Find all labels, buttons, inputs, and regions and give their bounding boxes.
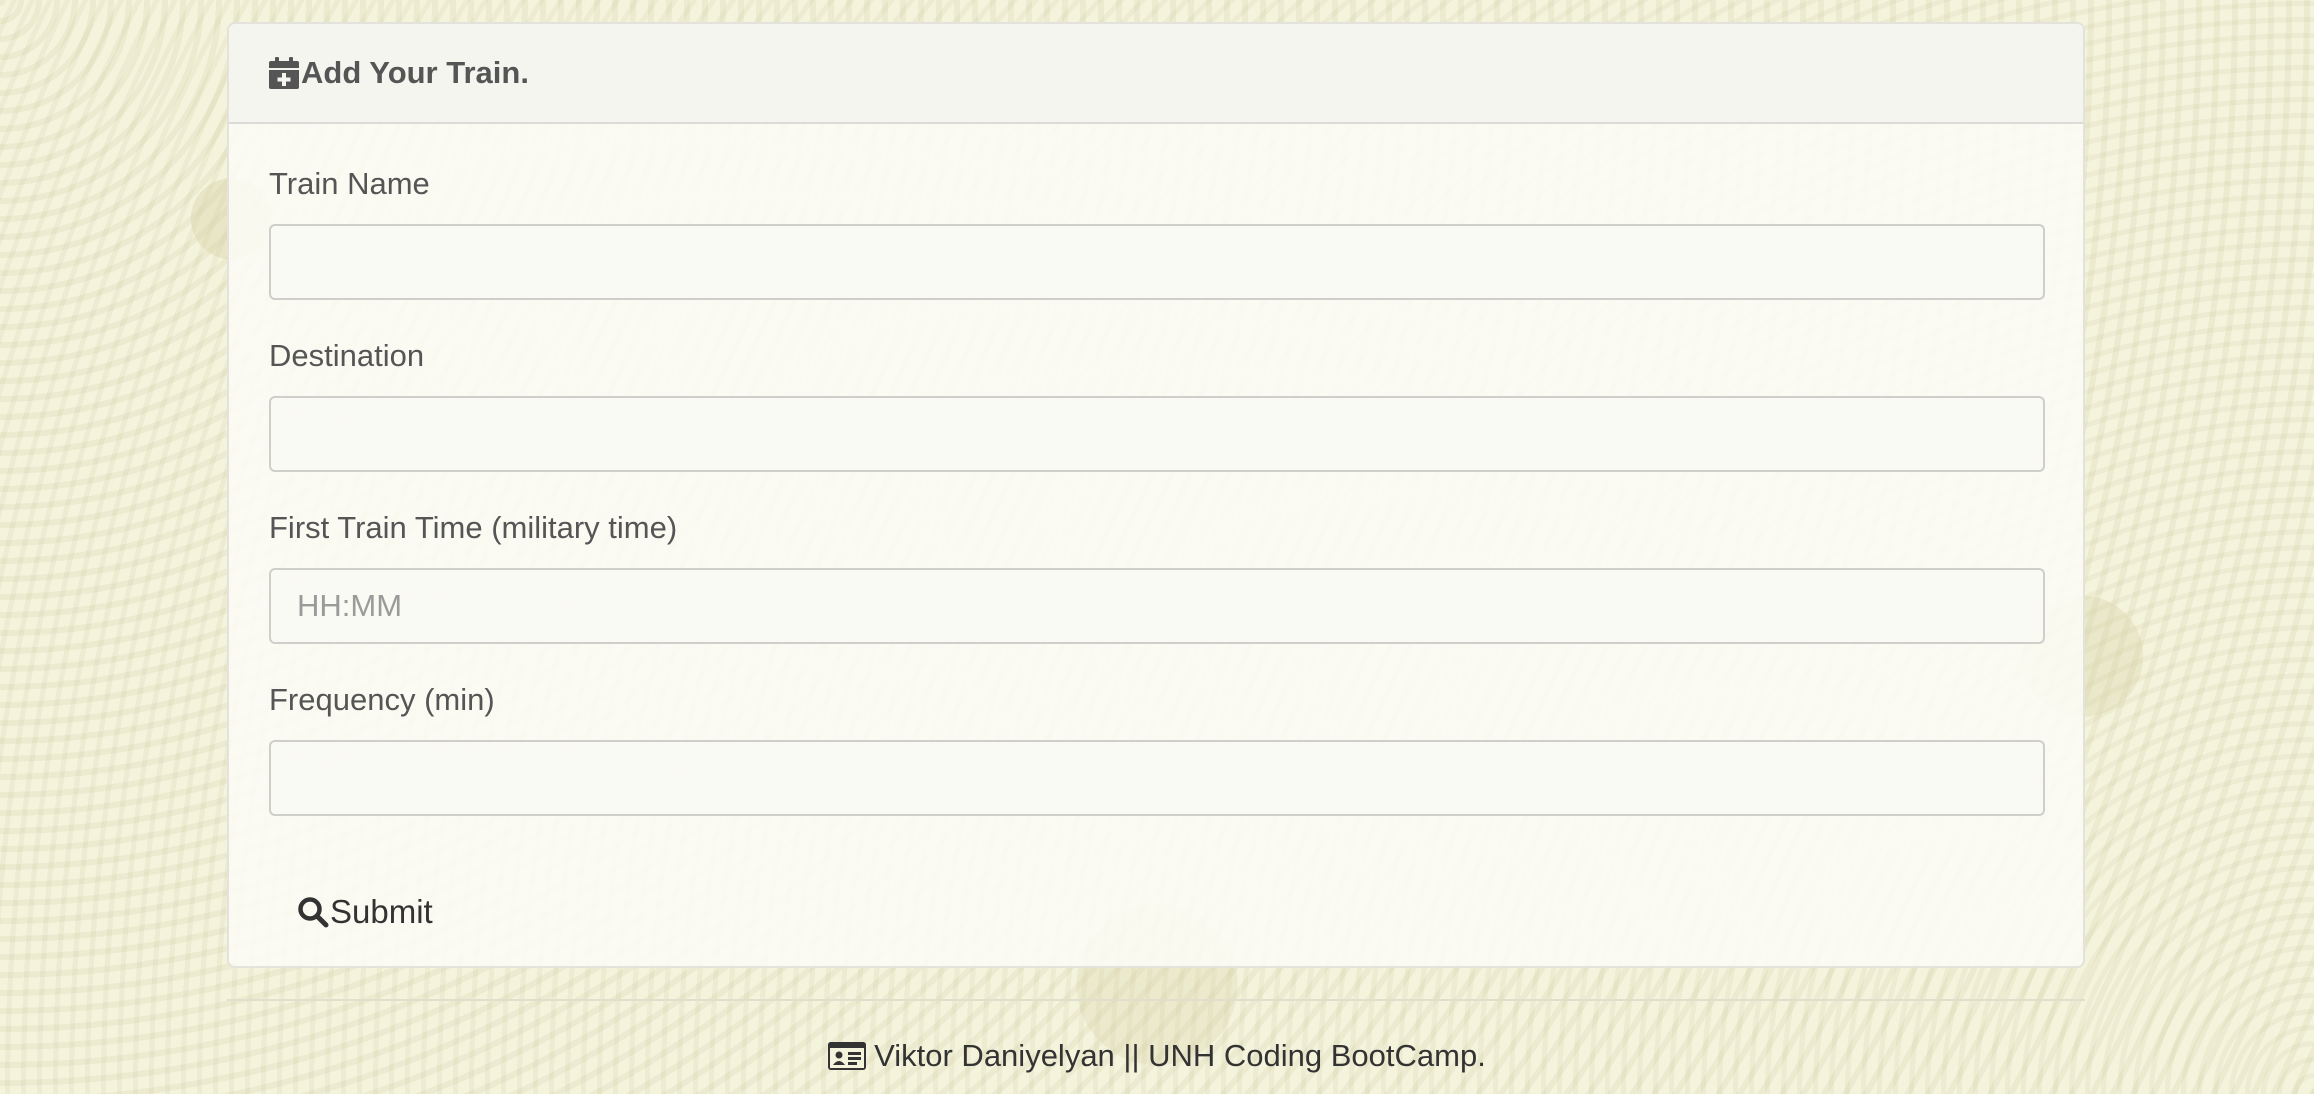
- train-name-input[interactable]: [269, 224, 2045, 300]
- submit-button[interactable]: Submit: [297, 884, 433, 940]
- search-icon: [298, 897, 329, 928]
- frequency-input[interactable]: [269, 740, 2045, 816]
- footer-text: Viktor Daniyelyan || UNH Coding BootCamp…: [874, 1038, 1486, 1073]
- destination-group: Destination: [269, 336, 2045, 472]
- add-train-panel: Add Your Train. Train Name Destination F…: [227, 22, 2085, 968]
- calendar-plus-icon: [269, 57, 299, 89]
- frequency-group: Frequency (min): [269, 680, 2045, 816]
- destination-input[interactable]: [269, 396, 2045, 472]
- panel-title-text: Add Your Train.: [301, 55, 529, 90]
- first-train-time-group: First Train Time (military time): [269, 508, 2045, 644]
- footer: Viktor Daniyelyan || UNH Coding BootCamp…: [0, 1038, 2314, 1074]
- footer-divider: [227, 999, 2085, 1001]
- submit-label: Submit: [330, 893, 433, 930]
- train-name-group: Train Name: [269, 164, 2045, 300]
- first-train-time-input[interactable]: [269, 568, 2045, 644]
- panel-heading: Add Your Train.: [229, 24, 2083, 124]
- panel-title: Add Your Train.: [269, 55, 529, 91]
- id-card-icon: [828, 1042, 867, 1070]
- train-name-label: Train Name: [269, 166, 430, 201]
- frequency-label: Frequency (min): [269, 682, 495, 717]
- destination-label: Destination: [269, 338, 425, 373]
- first-train-time-label: First Train Time (military time): [269, 510, 678, 545]
